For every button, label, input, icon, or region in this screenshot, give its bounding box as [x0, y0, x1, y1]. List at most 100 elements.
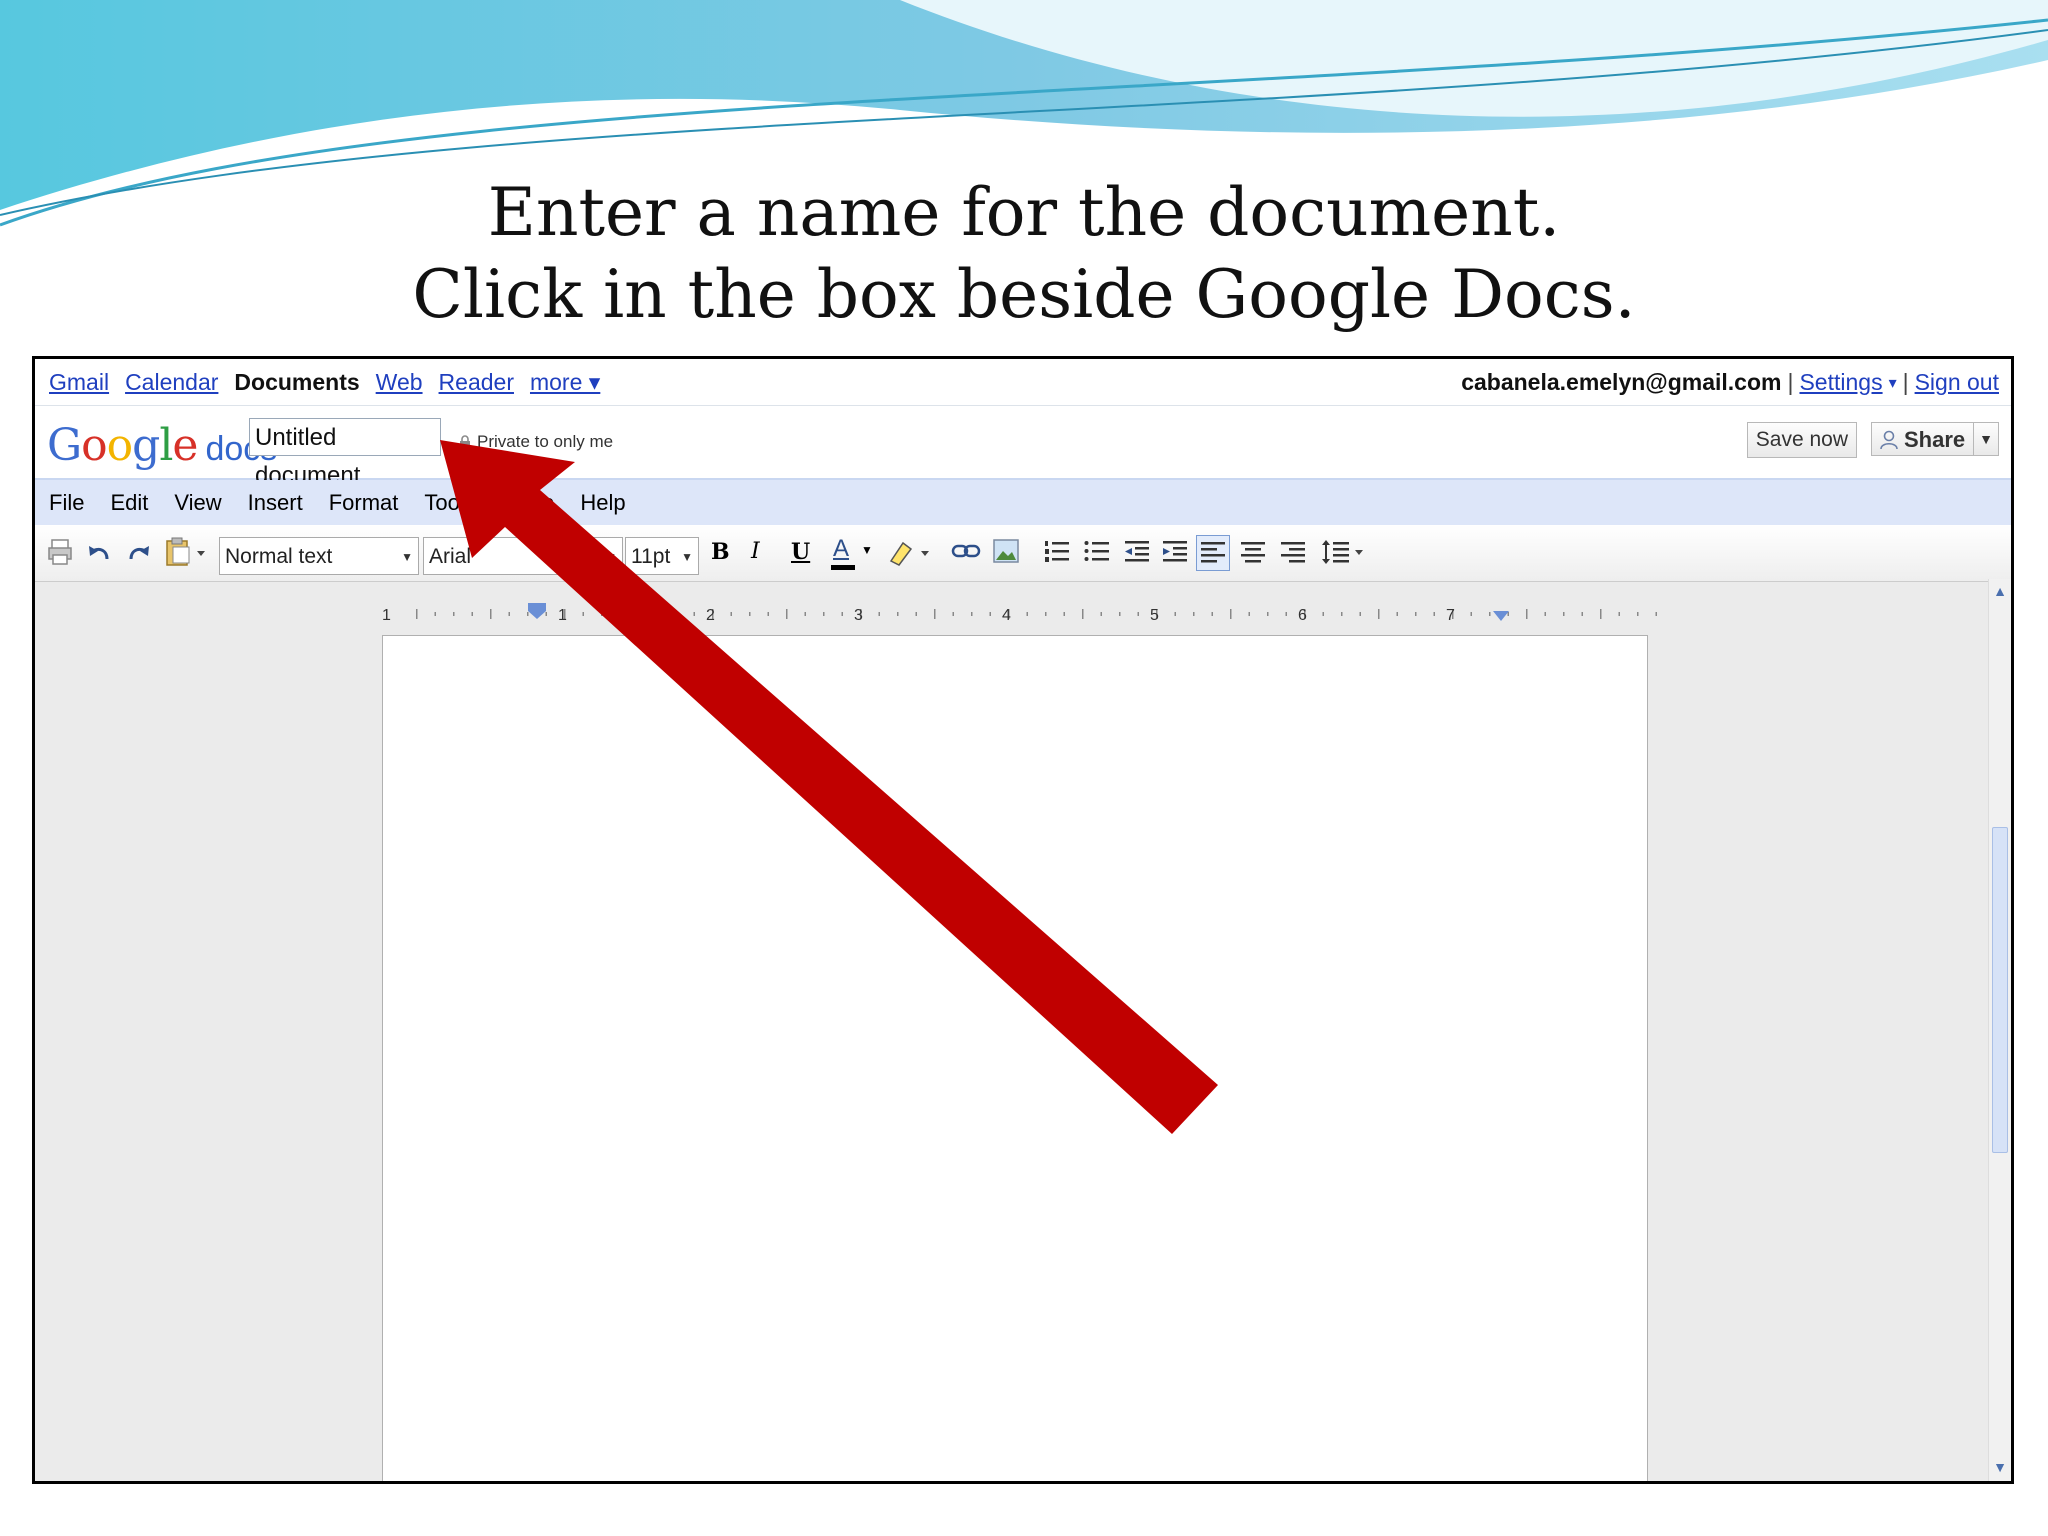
ruler-tick — [1433, 612, 1435, 616]
menu-bar: File Edit View Insert Format Tools Table… — [35, 480, 2011, 525]
account-email: cabanela.emelyn@gmail.com — [1461, 369, 1782, 395]
ruler-tick — [878, 612, 880, 616]
google-wordmark: Google — [47, 420, 198, 471]
align-left-icon[interactable] — [1200, 540, 1226, 564]
text-color-letter: A — [833, 535, 850, 562]
chevron-down-icon: ▼ — [401, 550, 413, 564]
menu-view[interactable]: View — [174, 490, 221, 516]
scroll-up-arrow-icon[interactable]: ▲ — [1989, 583, 2011, 599]
nav-link-web[interactable]: Web — [376, 369, 423, 396]
ruler-tick — [1100, 612, 1102, 616]
scroll-down-arrow-icon[interactable]: ▼ — [1989, 1459, 2011, 1475]
share-label: Share — [1904, 427, 1966, 452]
italic-button[interactable]: I — [751, 539, 760, 564]
bulleted-list-icon[interactable] — [1083, 539, 1111, 565]
ruler-tick — [1489, 612, 1491, 616]
nav-link-reader[interactable]: Reader — [439, 369, 514, 396]
align-center-icon[interactable] — [1240, 540, 1266, 564]
ruler-tick — [897, 612, 899, 616]
ruler-number: 5 — [1150, 607, 1159, 624]
slide-title-line-2: Click in the box beside Google Docs. — [412, 256, 1636, 333]
scrollbar-thumb[interactable] — [1992, 827, 2008, 1153]
ruler-tick — [490, 609, 492, 619]
undo-icon[interactable] — [87, 543, 111, 563]
ruler-tick — [841, 612, 843, 616]
text-color-button[interactable]: A ▼ — [831, 535, 875, 571]
ruler-tick — [1174, 612, 1176, 616]
increase-indent-icon[interactable] — [1161, 539, 1189, 565]
font-family-select[interactable]: Arial ▼ — [423, 537, 623, 575]
ruler-tick — [1507, 612, 1509, 616]
font-family-value: Arial — [429, 545, 472, 568]
share-button[interactable]: Share ▼ — [1871, 422, 1999, 456]
paragraph-style-select[interactable]: Normal text ▼ — [219, 537, 419, 575]
slide-title-line-1: Enter a name for the document. — [487, 174, 1561, 251]
text-color-swatch — [831, 565, 855, 570]
lock-icon — [460, 435, 470, 449]
ruler-tick — [804, 612, 806, 616]
save-now-button[interactable]: Save now — [1746, 422, 1857, 458]
sign-out-link[interactable]: Sign out — [1915, 369, 1999, 396]
highlight-color-icon[interactable] — [887, 537, 933, 567]
line-spacing-icon[interactable] — [1321, 539, 1369, 565]
ruler-tick — [1322, 612, 1324, 616]
insert-image-icon[interactable] — [993, 539, 1019, 563]
ruler-tick — [823, 612, 825, 616]
horizontal-ruler[interactable]: 1 1 2 3 4 5 6 7 — [380, 599, 1680, 629]
menu-help[interactable]: Help — [580, 490, 625, 516]
nav-separator: | — [1787, 369, 1794, 395]
paste-icon[interactable] — [165, 537, 209, 567]
font-size-value: 11pt — [631, 545, 671, 568]
nav-separator: | — [1902, 369, 1909, 395]
logo-letter: g — [132, 420, 160, 471]
settings-caret-icon[interactable]: ▾ — [1889, 373, 1897, 393]
print-icon[interactable] — [47, 537, 73, 567]
left-indent-marker[interactable] — [528, 603, 546, 619]
menu-table[interactable]: Table — [502, 490, 555, 516]
link-icon[interactable] — [951, 541, 981, 563]
nav-link-more[interactable]: more ▾ — [530, 369, 600, 396]
redo-icon[interactable] — [127, 543, 151, 563]
bold-button[interactable]: B — [711, 539, 730, 565]
right-indent-marker[interactable] — [1493, 611, 1509, 621]
underline-button[interactable]: U — [791, 539, 810, 565]
google-docs-logo[interactable]: Google docs — [47, 420, 277, 471]
document-page-canvas[interactable] — [382, 635, 1648, 1481]
share-people-icon — [1880, 430, 1898, 450]
nav-link-calendar[interactable]: Calendar — [125, 369, 218, 396]
document-title-input[interactable]: Untitled document — [249, 418, 441, 489]
ruler-number: 2 — [706, 607, 715, 624]
ruler-tick — [1267, 612, 1269, 616]
menu-insert[interactable]: Insert — [248, 490, 303, 516]
ruler-tick — [434, 612, 436, 616]
ruler-tick — [675, 612, 677, 616]
chevron-down-icon: ▼ — [605, 550, 617, 564]
ruler-tick — [1119, 612, 1121, 616]
ruler-tick — [767, 612, 769, 616]
ruler-tick — [453, 612, 455, 616]
ruler-tick — [508, 612, 510, 616]
menu-format[interactable]: Format — [329, 490, 399, 516]
nav-link-gmail[interactable]: Gmail — [49, 369, 109, 396]
ruler-tick — [1600, 609, 1602, 619]
logo-letter: G — [47, 420, 82, 471]
menu-edit[interactable]: Edit — [110, 490, 148, 516]
nav-link-documents[interactable]: Documents — [234, 369, 359, 396]
logo-letter: e — [172, 420, 198, 471]
share-menu-caret-icon[interactable]: ▼ — [1973, 423, 1998, 455]
font-size-select[interactable]: 11pt ▼ — [625, 537, 699, 575]
ruler-tick — [1137, 612, 1139, 616]
privacy-status[interactable]: Private to only me — [459, 432, 613, 452]
numbered-list-icon[interactable] — [1043, 539, 1071, 565]
ruler-tick — [1563, 612, 1565, 616]
align-right-icon[interactable] — [1280, 540, 1306, 564]
vertical-scrollbar[interactable]: ▲ ▼ — [1988, 579, 2011, 1481]
menu-file[interactable]: File — [49, 490, 84, 516]
logo-letter: l — [159, 420, 173, 471]
settings-link[interactable]: Settings — [1799, 369, 1882, 396]
menu-tools[interactable]: Tools — [424, 490, 475, 516]
slide-title: Enter a name for the document. Click in … — [0, 172, 2048, 336]
ruler-tick — [934, 609, 936, 619]
decrease-indent-icon[interactable] — [1123, 539, 1151, 565]
ruler-tick — [730, 612, 732, 616]
